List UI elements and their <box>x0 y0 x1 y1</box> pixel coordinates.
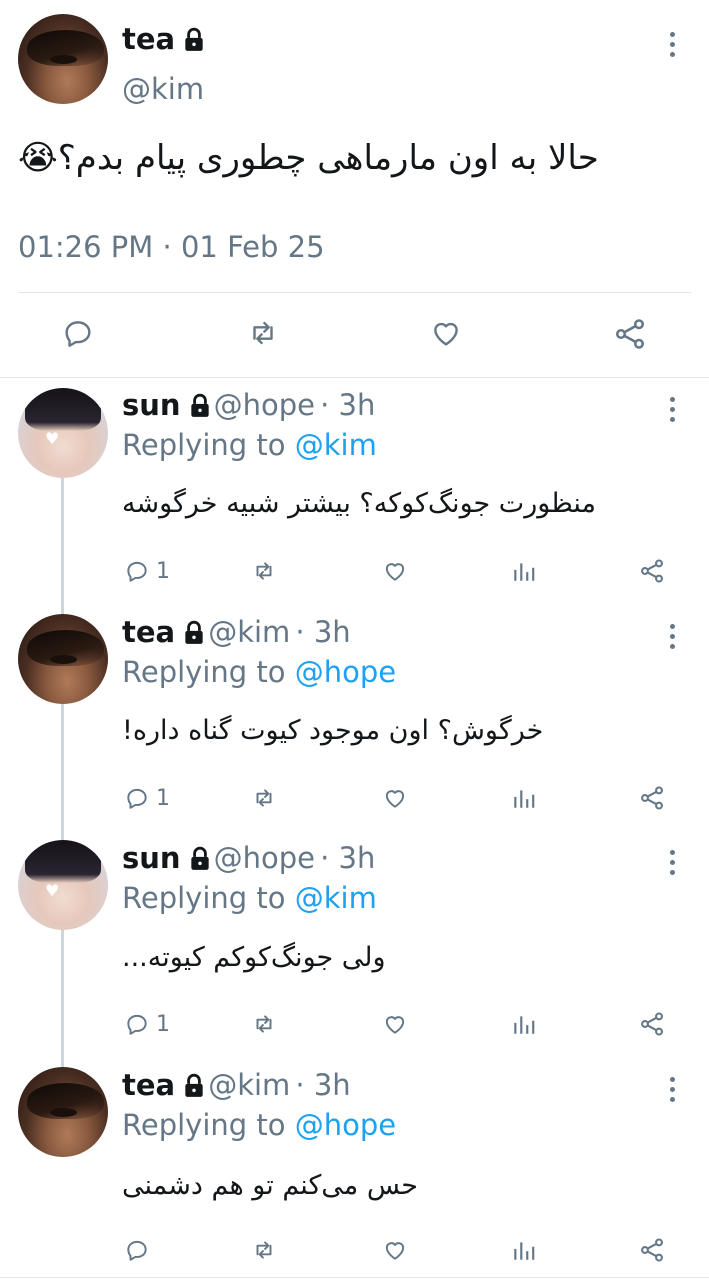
author-handle[interactable]: @kim <box>122 72 204 106</box>
retweet-icon[interactable] <box>250 1237 278 1263</box>
reply-icon[interactable] <box>124 1237 150 1263</box>
tweet-text: حالا به اون مارماهی چطوری پیام بدم؟😭 <box>18 138 599 178</box>
reply-time: · 3h <box>320 388 376 422</box>
reply-count: 1 <box>156 1012 170 1037</box>
reply-text: منظورت جونگ‌کوکه؟ بیشتر شبیه خرگوشه <box>122 488 596 519</box>
reply-text: حس می‌کنم تو هم دشمنی <box>122 1170 418 1201</box>
lock-icon <box>181 1073 203 1097</box>
retweet-icon[interactable] <box>250 1011 278 1037</box>
retweet-icon[interactable] <box>250 558 278 584</box>
retweet-icon[interactable] <box>245 316 281 350</box>
like-icon[interactable] <box>381 1011 409 1037</box>
lock-icon <box>181 27 203 51</box>
more-icon[interactable] <box>670 1077 676 1102</box>
share-icon[interactable] <box>612 316 648 352</box>
more-icon[interactable] <box>670 397 676 422</box>
lock-icon <box>187 846 209 870</box>
reply-header: tea @kim · 3h <box>122 615 351 649</box>
share-icon[interactable] <box>638 1010 666 1038</box>
like-icon[interactable] <box>428 316 464 350</box>
replying-to: Replying to @hope <box>122 655 396 689</box>
reply-text: خرگوش؟ اون موجود کیوت گناه داره! <box>122 715 544 746</box>
author-handle[interactable]: @kim <box>208 1068 290 1102</box>
mention-link[interactable]: @kim <box>295 428 377 462</box>
share-icon[interactable] <box>638 784 666 812</box>
author-handle[interactable]: @hope <box>214 388 315 422</box>
like-icon[interactable] <box>381 785 409 811</box>
avatar[interactable] <box>18 1067 108 1157</box>
author-handle[interactable]: @kim <box>208 615 290 649</box>
reply-text: ولی جونگ‌کوکم کیوته... <box>122 942 386 973</box>
reply-icon[interactable] <box>61 316 95 350</box>
divider <box>0 1277 709 1278</box>
stats-icon[interactable] <box>511 785 537 811</box>
mention-link[interactable]: @hope <box>295 655 396 689</box>
retweet-icon[interactable] <box>250 785 278 811</box>
author-name[interactable]: sun <box>122 388 181 422</box>
reply-header: sun @hope · 3h <box>122 388 375 422</box>
mention-link[interactable]: @hope <box>295 1108 396 1142</box>
stats-icon[interactable] <box>511 1011 537 1037</box>
divider <box>18 292 692 293</box>
author-name[interactable]: tea <box>122 22 175 56</box>
reply-time: · 3h <box>320 841 376 875</box>
avatar[interactable] <box>18 14 108 104</box>
like-icon[interactable] <box>381 1237 409 1263</box>
replying-label: Replying to <box>122 655 286 689</box>
reply-time: · 3h <box>295 1068 351 1102</box>
avatar[interactable]: ♥ <box>18 388 108 478</box>
replying-to: Replying to @kim <box>122 428 377 462</box>
divider <box>0 377 709 378</box>
more-icon[interactable] <box>670 624 676 649</box>
avatar[interactable]: ♥ <box>18 840 108 930</box>
reply-time: · 3h <box>295 615 351 649</box>
stats-icon[interactable] <box>511 558 537 584</box>
share-icon[interactable] <box>638 1236 666 1264</box>
reply-header: sun @hope · 3h <box>122 841 375 875</box>
stats-icon[interactable] <box>511 1237 537 1263</box>
reply-count: 1 <box>156 786 170 811</box>
author-name[interactable]: sun <box>122 841 181 875</box>
replying-label: Replying to <box>122 881 286 915</box>
replying-label: Replying to <box>122 1108 286 1142</box>
replying-label: Replying to <box>122 428 286 462</box>
author-row: tea <box>122 22 203 56</box>
tweet-timestamp: 01:26 PM · 01 Feb 25 <box>18 230 325 264</box>
reply-icon[interactable] <box>124 558 150 584</box>
thread-line <box>61 478 64 1068</box>
share-icon[interactable] <box>638 557 666 585</box>
lock-icon <box>181 620 203 644</box>
replying-to: Replying to @hope <box>122 1108 396 1142</box>
reply-header: tea @kim · 3h <box>122 1068 351 1102</box>
author-name[interactable]: tea <box>122 615 175 649</box>
lock-icon <box>187 393 209 417</box>
more-icon[interactable] <box>670 32 676 57</box>
author-handle[interactable]: @hope <box>214 841 315 875</box>
avatar[interactable] <box>18 614 108 704</box>
reply-icon[interactable] <box>124 1011 150 1037</box>
reply-count: 1 <box>156 559 170 584</box>
mention-link[interactable]: @kim <box>295 881 377 915</box>
author-name[interactable]: tea <box>122 1068 175 1102</box>
reply-icon[interactable] <box>124 785 150 811</box>
more-icon[interactable] <box>670 850 676 875</box>
replying-to: Replying to @kim <box>122 881 377 915</box>
like-icon[interactable] <box>381 558 409 584</box>
